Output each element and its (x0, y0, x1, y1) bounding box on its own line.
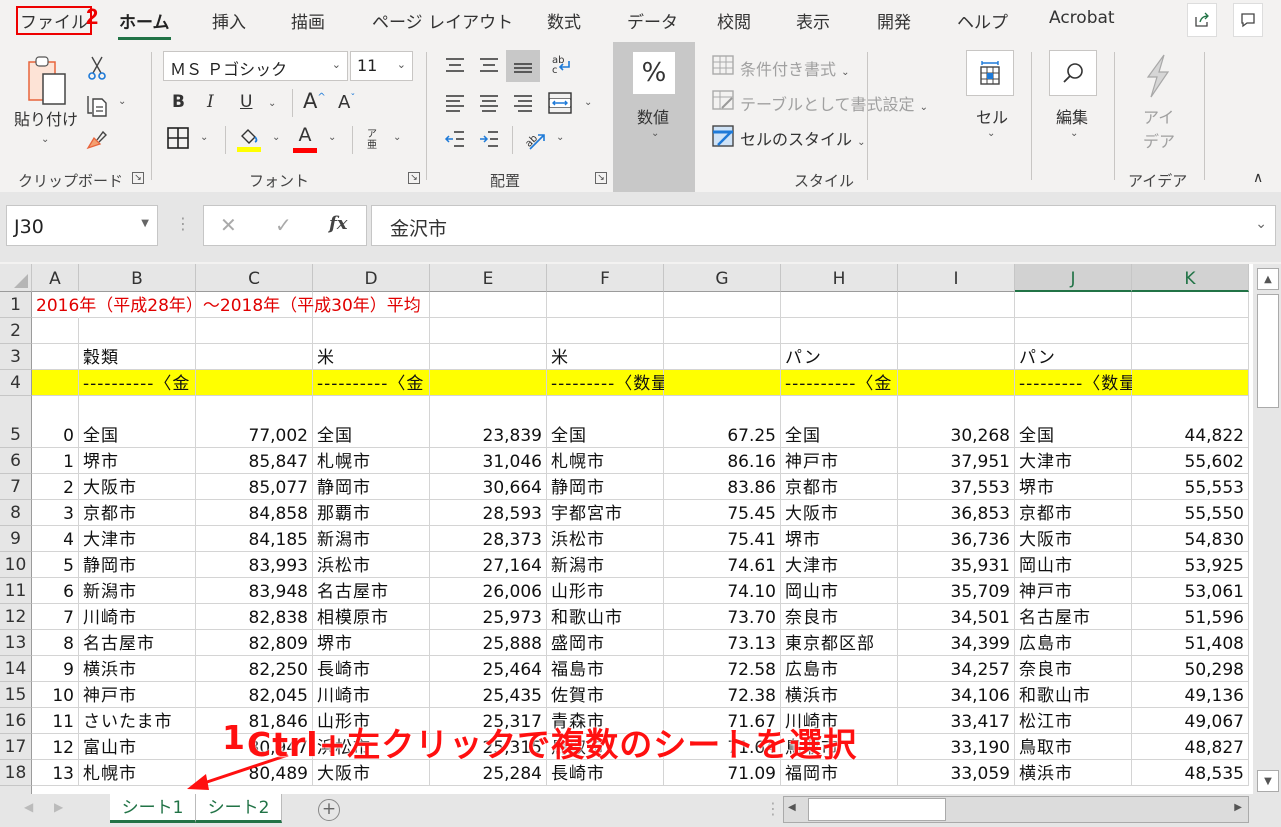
excel-window: ファイル 2 ホーム 挿入 描画 ページ レイアウト 数式 データ 校閲 表示 … (0, 0, 1281, 827)
annotation-arrow (187, 753, 289, 790)
annotation-step-1: 1 (222, 718, 246, 757)
annotation-instruction: Ctrl+左クリックで複数のシートを選択 (247, 725, 858, 764)
cell-a1[interactable]: 2016年（平成28年）～2018年（平成30年）平均 (32, 292, 421, 318)
